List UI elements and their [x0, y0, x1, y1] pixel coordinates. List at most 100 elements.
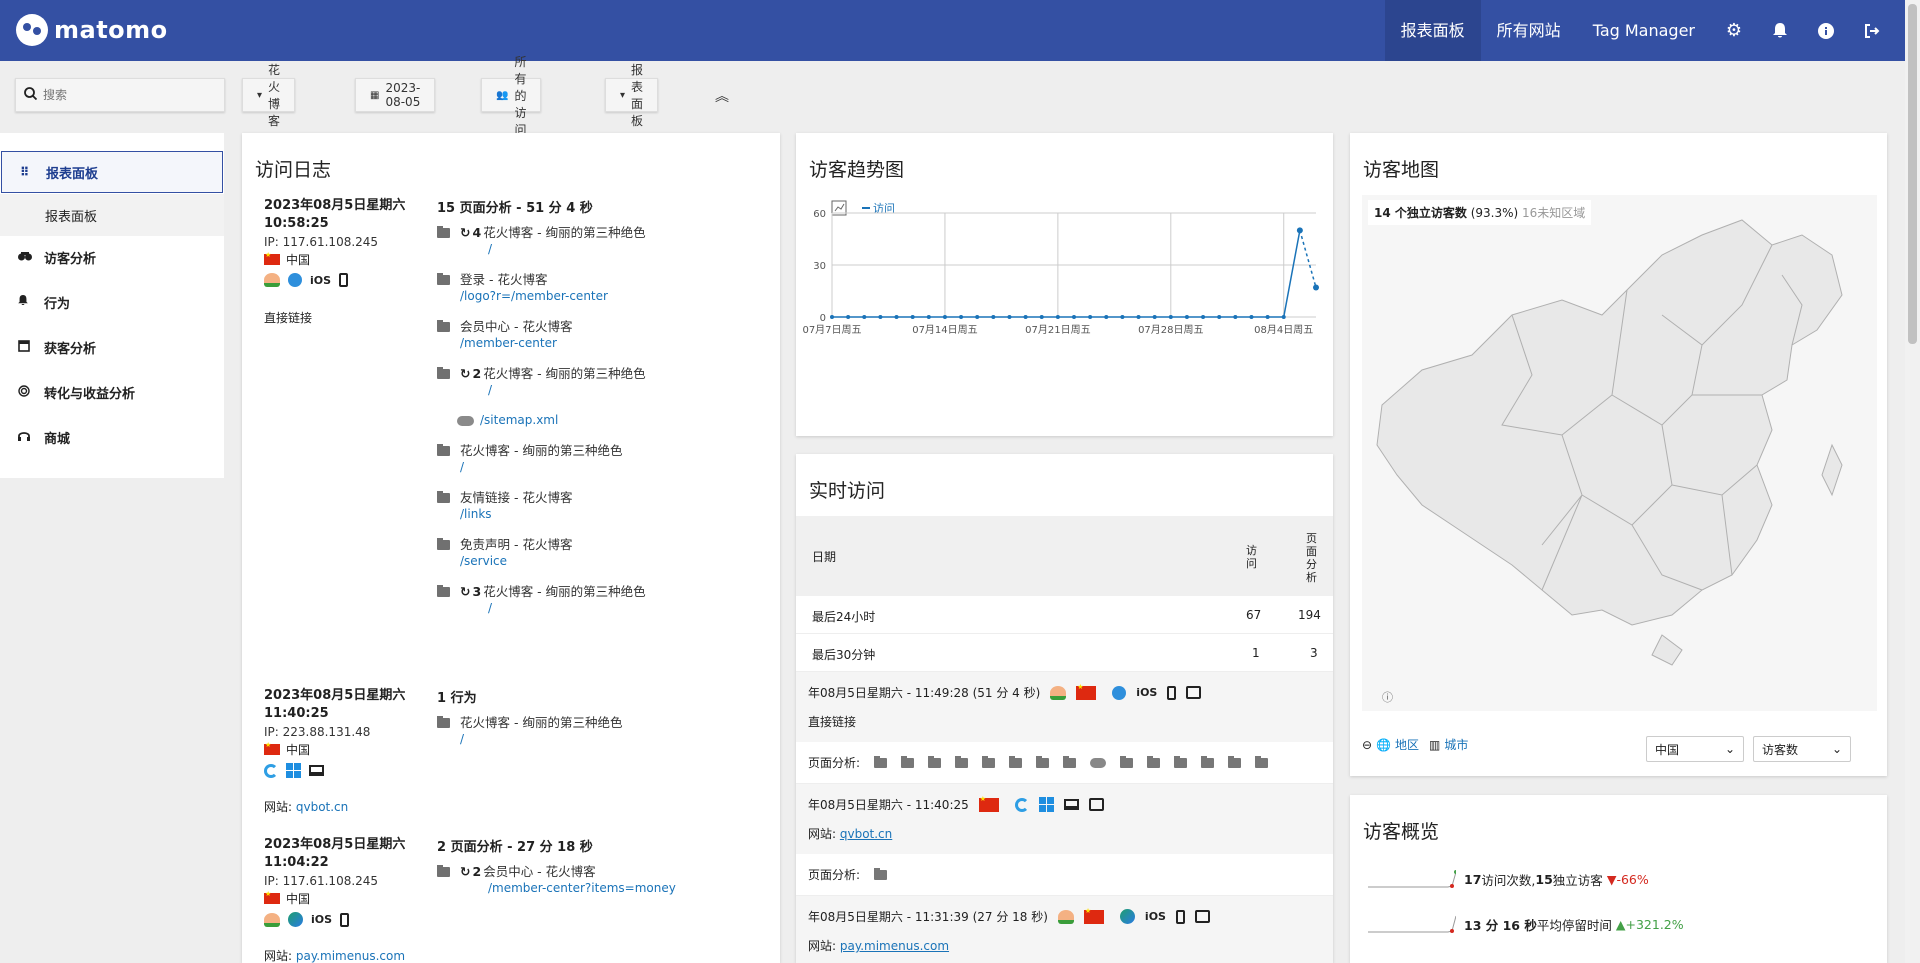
desktop-icon	[309, 765, 324, 776]
nav-tag-manager[interactable]: Tag Manager	[1577, 0, 1711, 61]
widget-title: 访客地图	[1363, 159, 1440, 181]
action-url-link[interactable]: /member-center	[460, 335, 572, 352]
sidebar-item-label: 商城	[44, 431, 71, 447]
col-date[interactable]: 日期	[812, 548, 836, 565]
map-metric-select[interactable]: 访客数 ⌄	[1753, 736, 1851, 762]
data-point	[1233, 315, 1238, 319]
action-item: ↻ 2 会员中心 - 花火博客/member-center?items=money	[437, 863, 676, 897]
nav-all-sites[interactable]: 所有网站	[1481, 0, 1577, 61]
sidebar-item-ecommerce[interactable]: 商城	[0, 416, 224, 458]
map-country-select[interactable]: 中国 ⌄	[1646, 736, 1744, 762]
sidebar-item-dashboard[interactable]: ⠿ 报表面板	[1, 151, 223, 193]
zoom-out-icon[interactable]: ⊖	[1362, 738, 1372, 752]
map-region-link[interactable]: 地区	[1395, 736, 1419, 753]
folder-icon[interactable]	[1036, 755, 1050, 768]
date-selector[interactable]: ▦ 2023-08-05	[355, 78, 436, 112]
referrer-link[interactable]: qvbot.cn	[296, 800, 348, 814]
desktop-icon	[1063, 799, 1079, 810]
map-city-link[interactable]: 城市	[1444, 736, 1468, 753]
data-point	[1201, 315, 1206, 319]
folder-icon[interactable]	[928, 755, 942, 768]
folder-icon[interactable]	[1201, 755, 1215, 768]
bell-icon[interactable]	[1757, 0, 1803, 61]
visit-device-icons: iOS	[264, 912, 434, 927]
china-map-shape[interactable]: ⓘ	[1362, 195, 1877, 711]
action-url-link[interactable]: /	[488, 241, 646, 258]
search-input[interactable]	[43, 88, 203, 102]
visit-referrer: 网站: pay.mimenus.com	[264, 949, 406, 963]
page-scrollbar[interactable]	[1905, 0, 1920, 963]
sidebar-subitem-dashboard[interactable]: 报表面板	[0, 194, 224, 236]
realtime-visit: 年08月5日星期六 - 11:31:39 (27 分 18 秒) iOS 网站:…	[796, 896, 1333, 963]
referrer-link[interactable]: pay.mimenus.com	[296, 949, 405, 963]
data-point	[1217, 315, 1222, 319]
folder-icon[interactable]	[1174, 755, 1188, 768]
folder-icon[interactable]	[901, 755, 915, 768]
folder-icon[interactable]	[955, 755, 969, 768]
info-icon[interactable]	[1803, 0, 1849, 61]
sidebar-item-goals[interactable]: 转化与收益分析	[0, 371, 224, 413]
segment-selector[interactable]: 👥 所有的访问	[481, 55, 542, 137]
sidebar-item-visitors[interactable]: 访客分析	[0, 236, 224, 278]
folder-icon[interactable]	[874, 867, 888, 880]
folder-icon[interactable]	[1255, 755, 1269, 768]
folder-icon[interactable]	[1009, 755, 1023, 768]
action-url-link[interactable]: /links	[460, 506, 572, 523]
contact-card-icon[interactable]	[1186, 686, 1202, 699]
visitor-profile-icon[interactable]	[264, 912, 280, 927]
folder-icon[interactable]	[1147, 755, 1161, 768]
folder-icon[interactable]	[982, 755, 996, 768]
action-item: ↻ 2 花火博客 - 绚丽的第三种绝色 /	[437, 365, 646, 399]
sidebar-item-acquisition[interactable]: 获客分析	[0, 326, 224, 368]
visitor-profile-icon[interactable]	[1050, 685, 1067, 700]
action-url-link[interactable]: /	[488, 382, 646, 399]
visitor-profile-icon[interactable]	[264, 273, 280, 287]
contact-card-icon[interactable]	[1088, 798, 1104, 811]
action-item: 登录 - 花火博客/logo?r=/member-center	[437, 271, 646, 305]
referrer-link[interactable]: qvbot.cn	[840, 827, 892, 841]
refresh-icon: ↻	[460, 225, 471, 240]
referrer-link[interactable]: pay.mimenus.com	[840, 939, 949, 953]
action-url-link[interactable]: /	[460, 459, 622, 476]
dashboard-selector[interactable]: ▾ 报表面板	[605, 63, 659, 128]
data-point	[1055, 315, 1060, 319]
folder-icon[interactable]	[1063, 755, 1077, 768]
visitor-map[interactable]: ⓘ 14 个独立访客数 (93.3%) 16未知区域	[1362, 195, 1877, 711]
scrollbar-thumb[interactable]	[1908, 4, 1917, 344]
action-url-link[interactable]: /service	[460, 553, 572, 570]
realtime-visit-pages: 页面分析:	[796, 742, 1333, 784]
col-pageviews[interactable]: 页面分析	[1306, 532, 1318, 584]
download-url-link[interactable]: /sitemap.xml	[480, 412, 558, 429]
col-visits[interactable]: 访问	[1246, 544, 1258, 570]
action-url-link[interactable]: /member-center?items=money	[488, 880, 676, 897]
search-box[interactable]	[15, 78, 225, 112]
nav-dashboard[interactable]: 报表面板	[1384, 0, 1481, 61]
action-url-link[interactable]: /logo?r=/member-center	[460, 288, 608, 305]
visits-overview-widget: 访客概览 17 访问次数, 15 独立访客 ▼ -66% 13 分 16 秒 平均…	[1350, 795, 1887, 963]
visitor-profile-icon[interactable]	[1057, 909, 1074, 924]
visit-actions-summary: 2 页面分析 - 27 分 18 秒	[437, 840, 593, 855]
download-cloud-icon[interactable]	[1090, 757, 1107, 768]
x-tick-label: 07月14日周五	[912, 324, 977, 336]
chart-y-ticks: 0 30 60	[813, 209, 826, 324]
contact-card-icon[interactable]	[1194, 910, 1210, 923]
china-flag-icon	[264, 890, 280, 904]
folder-icon[interactable]	[874, 755, 888, 768]
data-point	[1168, 315, 1173, 319]
globe-icon[interactable]: 🌐	[1376, 738, 1391, 752]
gear-icon[interactable]: ⚙	[1711, 0, 1757, 61]
pages-label: 页面分析:	[808, 756, 861, 770]
action-url-link[interactable]: /	[460, 731, 622, 748]
action-url-link[interactable]: /	[488, 600, 646, 617]
folder-icon[interactable]	[1120, 755, 1134, 768]
sparkline	[1368, 915, 1456, 933]
visit-info: 2023年08月5日星期六 10:58:25 IP: 117.61.108.245…	[264, 197, 434, 326]
collapse-toolbar-icon[interactable]: ︽	[715, 86, 729, 106]
top-navigation-bar: matomo 报表面板 所有网站 Tag Manager ⚙	[0, 0, 1905, 61]
matomo-logo[interactable]: matomo	[16, 14, 168, 46]
trend-up-icon: ▲	[1615, 916, 1626, 932]
site-selector[interactable]: ▾ 花火博客	[242, 63, 296, 128]
sidebar-item-behaviour[interactable]: 行为	[0, 281, 224, 323]
folder-icon[interactable]	[1228, 755, 1242, 768]
logout-icon[interactable]	[1849, 0, 1895, 61]
